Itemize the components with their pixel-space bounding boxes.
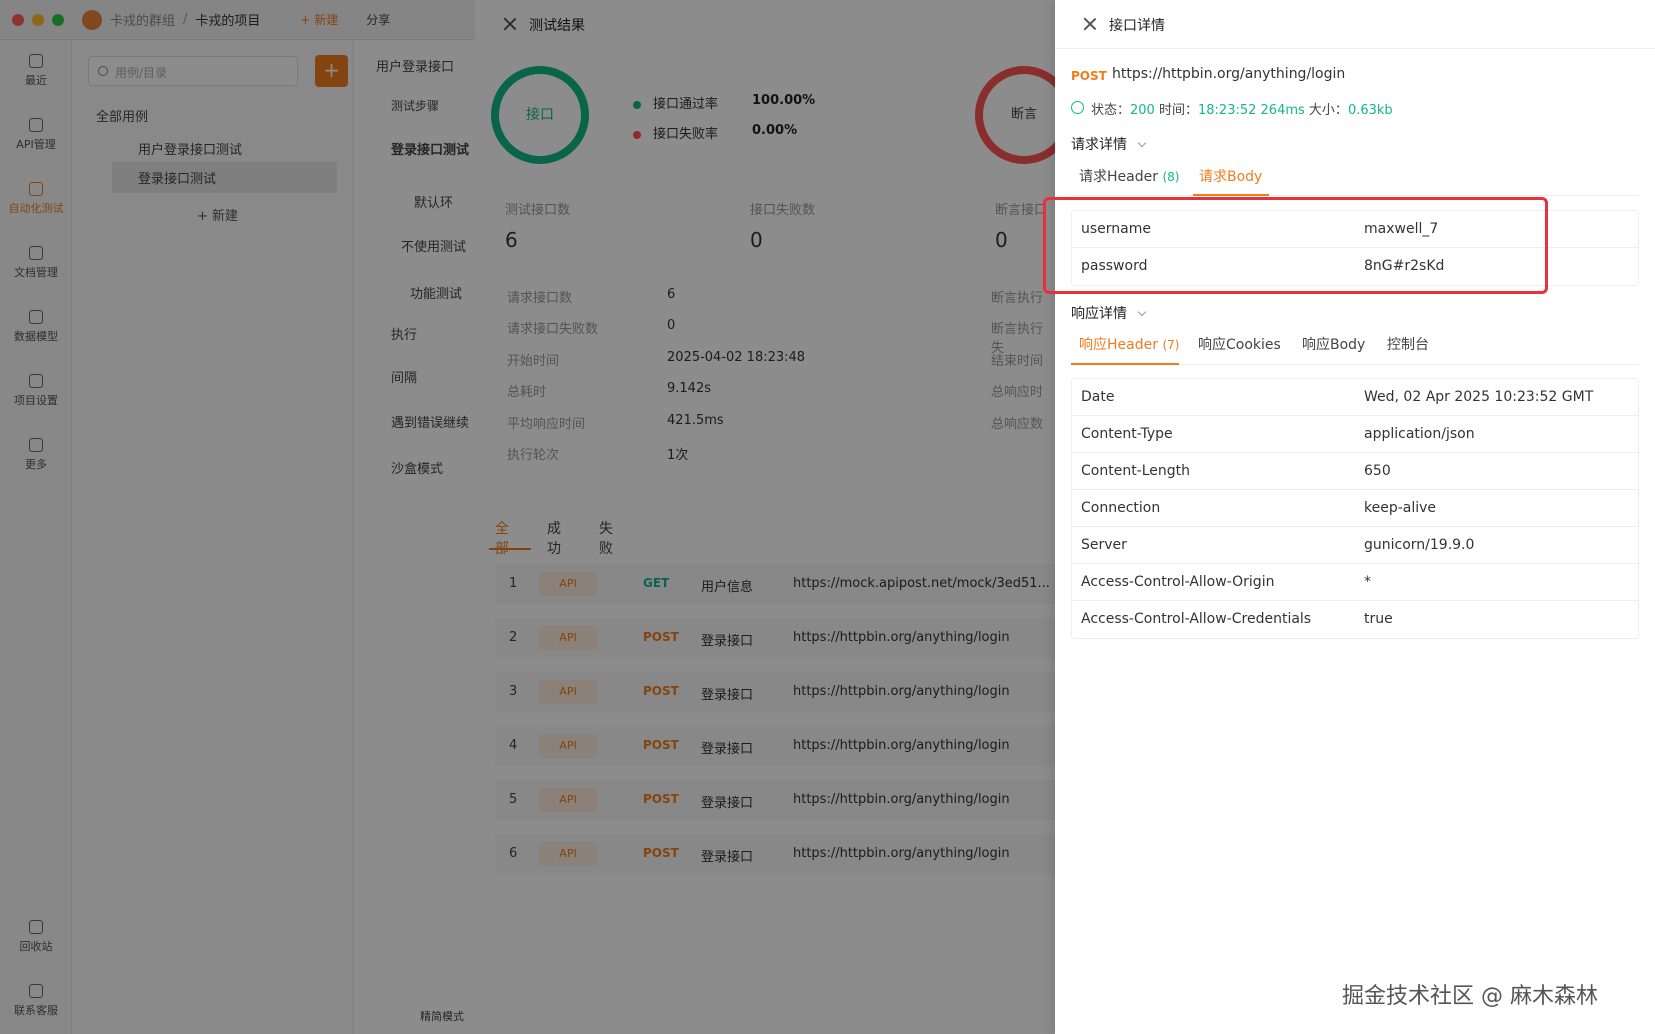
tab-response-header[interactable]: 响应Header (7) <box>1079 334 1179 354</box>
api-detail-panel: 接口详情 POST https://httpbin.org/anything/l… <box>1055 0 1655 1034</box>
chevron-down-icon <box>1137 138 1147 148</box>
table-row: Content-Type application/json <box>1072 416 1638 453</box>
header-value: true <box>1364 611 1393 627</box>
header-key: Date <box>1081 389 1115 405</box>
response-section-toggle[interactable]: 响应详情 <box>1071 303 1147 323</box>
header-value: gunicorn/19.9.0 <box>1364 537 1475 553</box>
response-status-line: 状态：200 时间：18:23:52 264ms 大小：0.63kb <box>1091 103 1393 118</box>
tab-request-header[interactable]: 请求Header (8) <box>1079 166 1179 186</box>
chevron-down-icon <box>1137 307 1147 317</box>
table-row: Server gunicorn/19.9.0 <box>1072 527 1638 564</box>
table-row: Access-Control-Allow-Credentials true <box>1072 601 1638 638</box>
detail-method: POST <box>1071 69 1107 83</box>
table-row: Content-Length 650 <box>1072 453 1638 490</box>
table-row: Date Wed, 02 Apr 2025 10:23:52 GMT <box>1072 379 1638 416</box>
response-header-table: Date Wed, 02 Apr 2025 10:23:52 GMT Conten… <box>1071 378 1639 639</box>
header-value: * <box>1364 574 1371 590</box>
header-value: keep-alive <box>1364 500 1437 516</box>
active-tab-underline <box>1193 194 1269 196</box>
header-key: Access-Control-Allow-Origin <box>1081 574 1275 590</box>
header-value: Wed, 02 Apr 2025 10:23:52 GMT <box>1364 389 1594 405</box>
header-key: Access-Control-Allow-Credentials <box>1081 611 1312 627</box>
header-key: Server <box>1081 537 1127 553</box>
tab-divider <box>1071 195 1639 196</box>
results-overlay-mask <box>475 0 1055 1034</box>
header-value: application/json <box>1364 426 1475 442</box>
header-key: Connection <box>1081 500 1161 516</box>
header-value: 650 <box>1364 463 1391 479</box>
active-tab-underline <box>1071 363 1179 365</box>
table-row: Connection keep-alive <box>1072 490 1638 527</box>
header-key: Content-Length <box>1081 463 1191 479</box>
annotation-highlight-box <box>1043 197 1548 294</box>
tab-console[interactable]: 控制台 <box>1387 334 1429 354</box>
header-key: Content-Type <box>1081 426 1173 442</box>
globe-icon <box>1071 101 1084 114</box>
detail-title: 接口详情 <box>1109 18 1165 34</box>
tab-response-cookies[interactable]: 响应Cookies <box>1198 334 1281 354</box>
tab-response-body[interactable]: 响应Body <box>1302 334 1365 354</box>
tab-request-body[interactable]: 请求Body <box>1199 166 1262 186</box>
watermark: 掘金技术社区 @ 麻木森林 <box>1342 984 1598 1009</box>
request-section-toggle[interactable]: 请求详情 <box>1071 134 1147 154</box>
table-row: Access-Control-Allow-Origin * <box>1072 564 1638 601</box>
detail-header: 接口详情 <box>1055 0 1655 49</box>
close-detail-icon[interactable] <box>1083 17 1097 31</box>
detail-url: https://httpbin.org/anything/login <box>1112 66 1346 82</box>
